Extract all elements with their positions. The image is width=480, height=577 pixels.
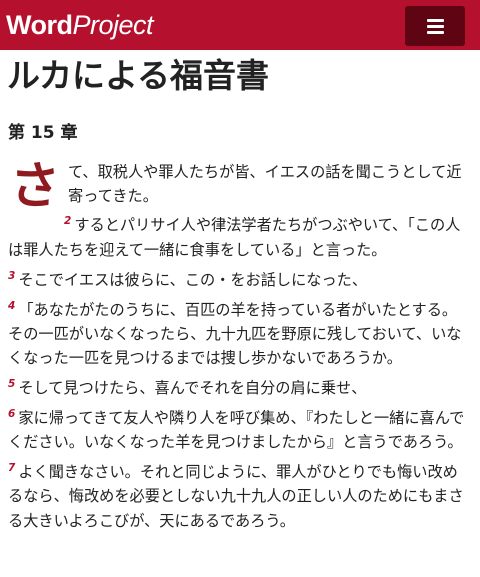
chapter-heading: 第 15 章	[8, 123, 78, 143]
hamburger-menu-icon[interactable]	[405, 6, 465, 46]
verse-number: 6	[8, 407, 16, 420]
book-title: ルカによる福音書	[7, 56, 270, 95]
verse-2: 2 するとパリサイ人や律法学者たちがつぶやいて、「この人は罪人たちを迎えて一緒に食…	[8, 213, 472, 261]
verse-text: よく聞きなさい。それと同じように、罪人がひとりでも悔い改めるなら、悔改めを必要と…	[8, 463, 464, 530]
verse-text: するとパリサイ人や律法学者たちがつぶやいて、「この人は罪人たちを迎えて一緒に食事…	[8, 216, 461, 259]
verse-4: 4 「あなたがたのうちに、百匹の羊を持っている者がいたとする。その一匹がいなくなっ…	[8, 298, 472, 371]
verse-1: さて、取税人や罪人たちが皆、イエスの話を聞こうとして近寄ってきた。	[8, 156, 472, 215]
verse-text: 家に帰ってきて友人や隣り人を呼び集め、『わたしと一緒に喜んでください。いなくなっ…	[8, 409, 465, 452]
verse-3: 3 そこでイエスは彼らに、この・をお話しになった、	[8, 268, 472, 292]
verse-number: 4	[8, 299, 16, 312]
logo-project: Project	[72, 10, 154, 40]
logo-word: Word	[6, 10, 73, 40]
verse-text: 「あなたがたのうちに、百匹の羊を持っている者がいたとする。その一匹がいなくなった…	[8, 300, 462, 368]
menu-line	[426, 18, 444, 22]
menu-line	[426, 30, 444, 34]
verse-7: 7 よく聞きなさい。それと同じように、罪人がひとりでも悔い改めるなら、悔改めを必要…	[8, 460, 472, 533]
top-navbar: WordProject	[0, 0, 480, 50]
verse-number: 2	[64, 215, 72, 228]
menu-line	[426, 24, 444, 28]
drop-cap: さ	[10, 156, 60, 215]
verse-text: て、取税人や罪人たちが皆、イエスの話を聞こうとして近寄ってきた。	[68, 163, 462, 206]
verse-number: 3	[8, 269, 16, 282]
verse-number: 7	[8, 462, 16, 475]
verse-5: 5 そして見つけたら、喜んでそれを自分の肩に乗せ、	[8, 376, 472, 400]
verse-number: 5	[8, 377, 16, 390]
verse-text: そこでイエスは彼らに、この・をお話しになった、	[18, 270, 368, 289]
chapter-text: さて、取税人や罪人たちが皆、イエスの話を聞こうとして近寄ってきた。 2 するとパリ…	[8, 160, 472, 539]
wordproject-logo[interactable]: WordProject	[6, 9, 154, 41]
verse-text: そして見つけたら、喜んでそれを自分の肩に乗せ、	[18, 379, 367, 398]
verse-6: 6 家に帰ってきて友人や隣り人を呼び集め、『わたしと一緒に喜んでください。いなくな…	[8, 406, 472, 454]
